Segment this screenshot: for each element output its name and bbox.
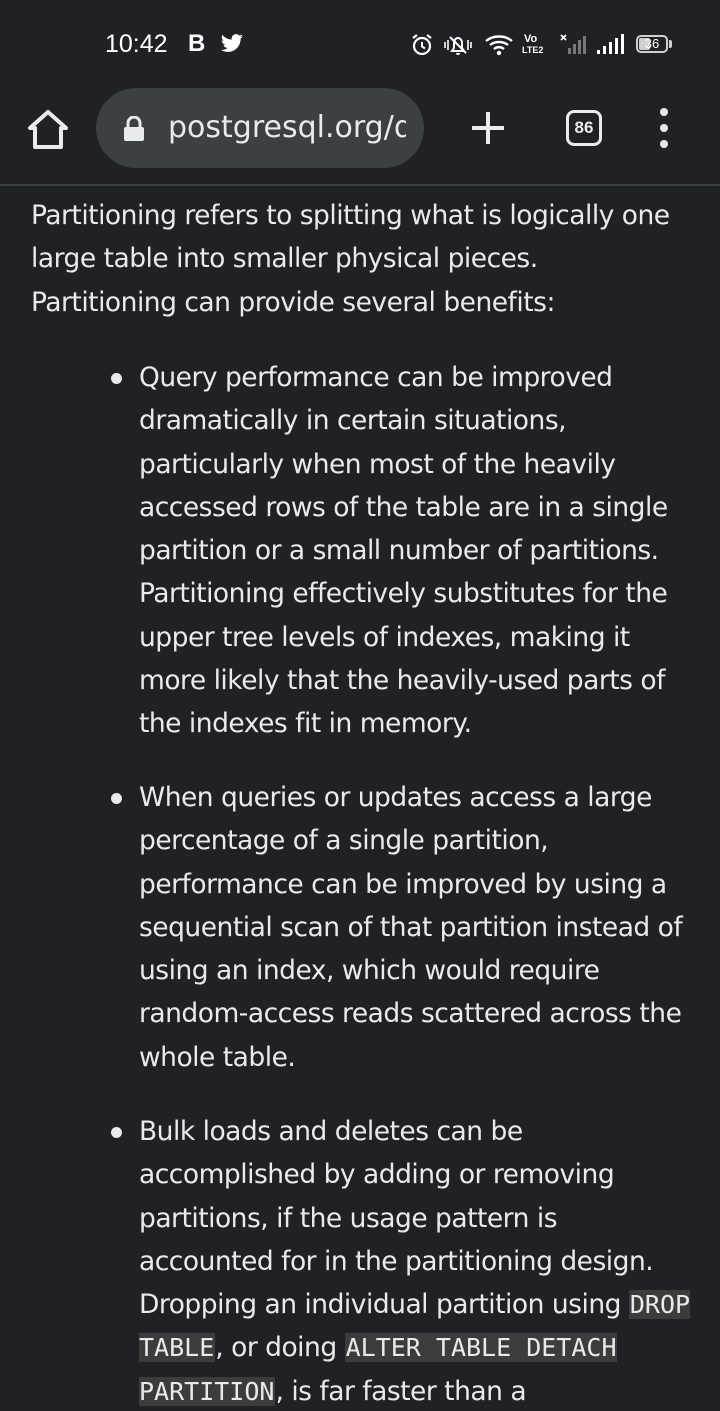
bullet-dot — [111, 373, 122, 384]
lock-icon — [124, 116, 144, 141]
status-b-notification: B — [188, 30, 206, 57]
list-item-text: Bulk loads and deletes can be accomplish… — [139, 1116, 654, 1321]
home-icon[interactable] — [22, 104, 74, 156]
status-time: 10:42 — [105, 30, 168, 58]
signal-sim2-icon — [597, 34, 624, 54]
list-item: When queries or updates access a large p… — [111, 776, 699, 1079]
list-item: Query performance can be improved dramat… — [111, 356, 699, 746]
address-bar[interactable]: postgresql.org/docs — [96, 88, 424, 168]
signal-sim1-icon — [560, 34, 586, 54]
battery-icon: 36 — [636, 35, 668, 53]
battery-nub — [669, 40, 672, 48]
list-item-text: , is far faster than a — [275, 1375, 527, 1407]
battery-percent: 36 — [644, 36, 660, 51]
volte-label-top: Vo — [524, 33, 538, 45]
list-item: Bulk loads and deletes can be accomplish… — [111, 1110, 699, 1411]
list-item-text: When queries or updates access a large p… — [139, 782, 683, 1073]
alarm-icon — [412, 34, 432, 56]
page-content: Partitioning refers to splitting what is… — [0, 186, 720, 1411]
status-bar: 10:42 B Vo LTE2 36 — [0, 0, 720, 88]
tab-switcher-button[interactable]: 86 — [566, 110, 602, 146]
list-item-text: Query performance can be improved dramat… — [139, 362, 668, 740]
volte-label-bottom: LTE2 — [522, 45, 544, 55]
url-text[interactable]: postgresql.org/docs — [168, 108, 406, 148]
list-item-text: , or doing — [215, 1332, 345, 1364]
wifi-icon — [485, 35, 513, 56]
plus-icon[interactable] — [466, 106, 510, 150]
twitter-icon — [220, 34, 243, 52]
more-vert-icon[interactable] — [652, 106, 676, 150]
bullet-dot — [111, 793, 122, 804]
bullet-dot — [111, 1127, 122, 1138]
intro-paragraph: Partitioning refers to splitting what is… — [31, 200, 670, 318]
notifications-muted-icon — [444, 36, 472, 55]
